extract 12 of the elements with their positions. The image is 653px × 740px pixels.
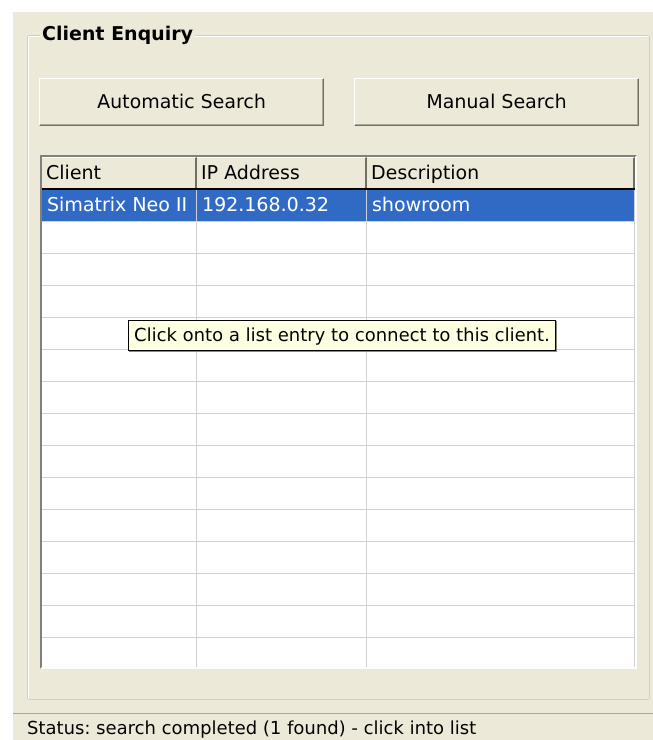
- search-button[interactable]: Automatic Search: [39, 78, 324, 126]
- status-bar: Status: search completed (1 found) - click into list: [13, 713, 653, 740]
- search-button[interactable]: Manual Search: [354, 78, 639, 126]
- group-title: Client Enquiry: [40, 23, 195, 45]
- table-cell: Simatrix Neo II: [42, 190, 197, 221]
- list-row[interactable]: Simatrix Neo II 192.168.0.32 showroom: [42, 190, 635, 222]
- table-cell: 192.168.0.32: [197, 190, 367, 221]
- column-header[interactable]: IP Address: [197, 157, 367, 188]
- column-header[interactable]: Description: [367, 157, 635, 188]
- tooltip: Click onto a list entry to connect to this client.: [128, 320, 556, 351]
- column-header[interactable]: Client: [42, 157, 197, 188]
- table-cell: showroom: [367, 190, 635, 221]
